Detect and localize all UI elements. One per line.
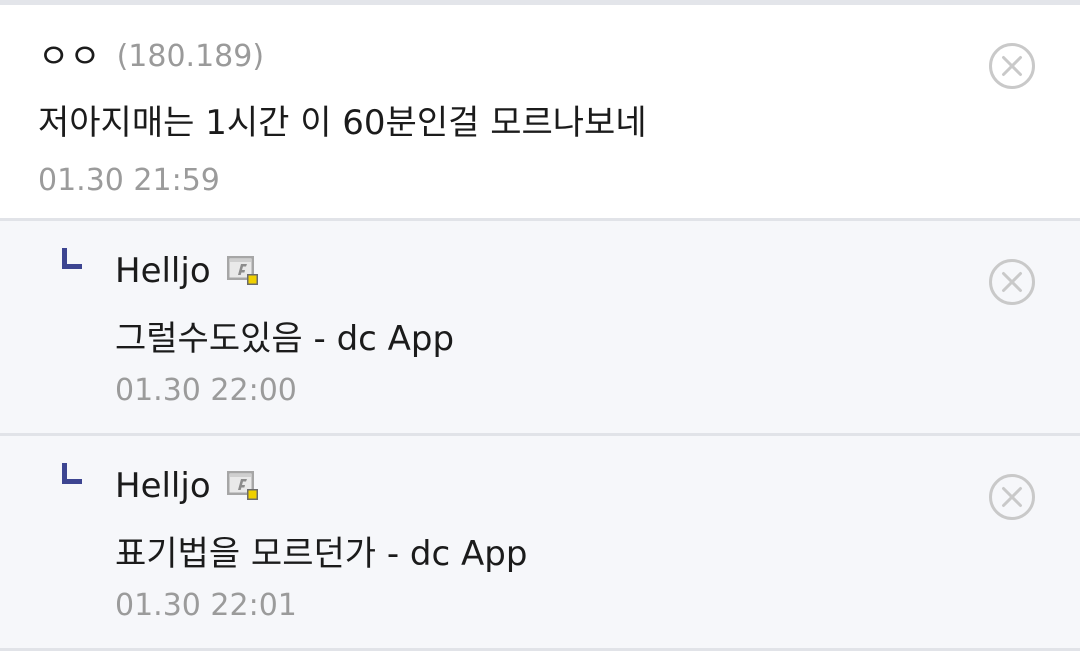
reply-item: Helljo 표기법을 모르던가 - dc App 01.30 22:01 xyxy=(0,436,1080,651)
reply-author-nickname[interactable]: Helljo xyxy=(115,247,211,295)
reply-author-line: Helljo xyxy=(115,462,261,510)
reply-text: 표기법을 모르던가 - dc App xyxy=(115,534,528,574)
comment-timestamp: 01.30 21:59 xyxy=(38,163,220,198)
reply-item: Helljo 그럴수도있음 - dc App 01.30 22:00 xyxy=(0,221,1080,436)
reply-timestamp: 01.30 22:01 xyxy=(115,588,297,623)
delete-comment-icon[interactable] xyxy=(988,42,1036,90)
reply-indent-icon xyxy=(62,463,82,484)
comment-author-line: ㅇㅇ (180.189) xyxy=(38,33,264,81)
comment-author-ip: (180.189) xyxy=(116,39,265,74)
reply-text: 그럴수도있음 - dc App xyxy=(115,319,455,359)
delete-reply-icon[interactable] xyxy=(988,258,1036,306)
reply-author-line: Helljo xyxy=(115,247,261,295)
comment-text: 저아지매는 1시간 이 60분인걸 모르나보네 xyxy=(38,103,647,143)
delete-reply-icon[interactable] xyxy=(988,473,1036,521)
comment-item: ㅇㅇ (180.189) 저아지매는 1시간 이 60분인걸 모르나보네 01.… xyxy=(0,5,1080,221)
gallog-fixed-nick-icon[interactable] xyxy=(225,468,261,504)
gallog-fixed-nick-icon[interactable] xyxy=(225,253,261,289)
reply-author-nickname[interactable]: Helljo xyxy=(115,462,211,510)
reply-indent-icon xyxy=(62,248,82,269)
reply-timestamp: 01.30 22:00 xyxy=(115,373,297,408)
comment-author-nickname[interactable]: ㅇㅇ xyxy=(38,33,101,81)
